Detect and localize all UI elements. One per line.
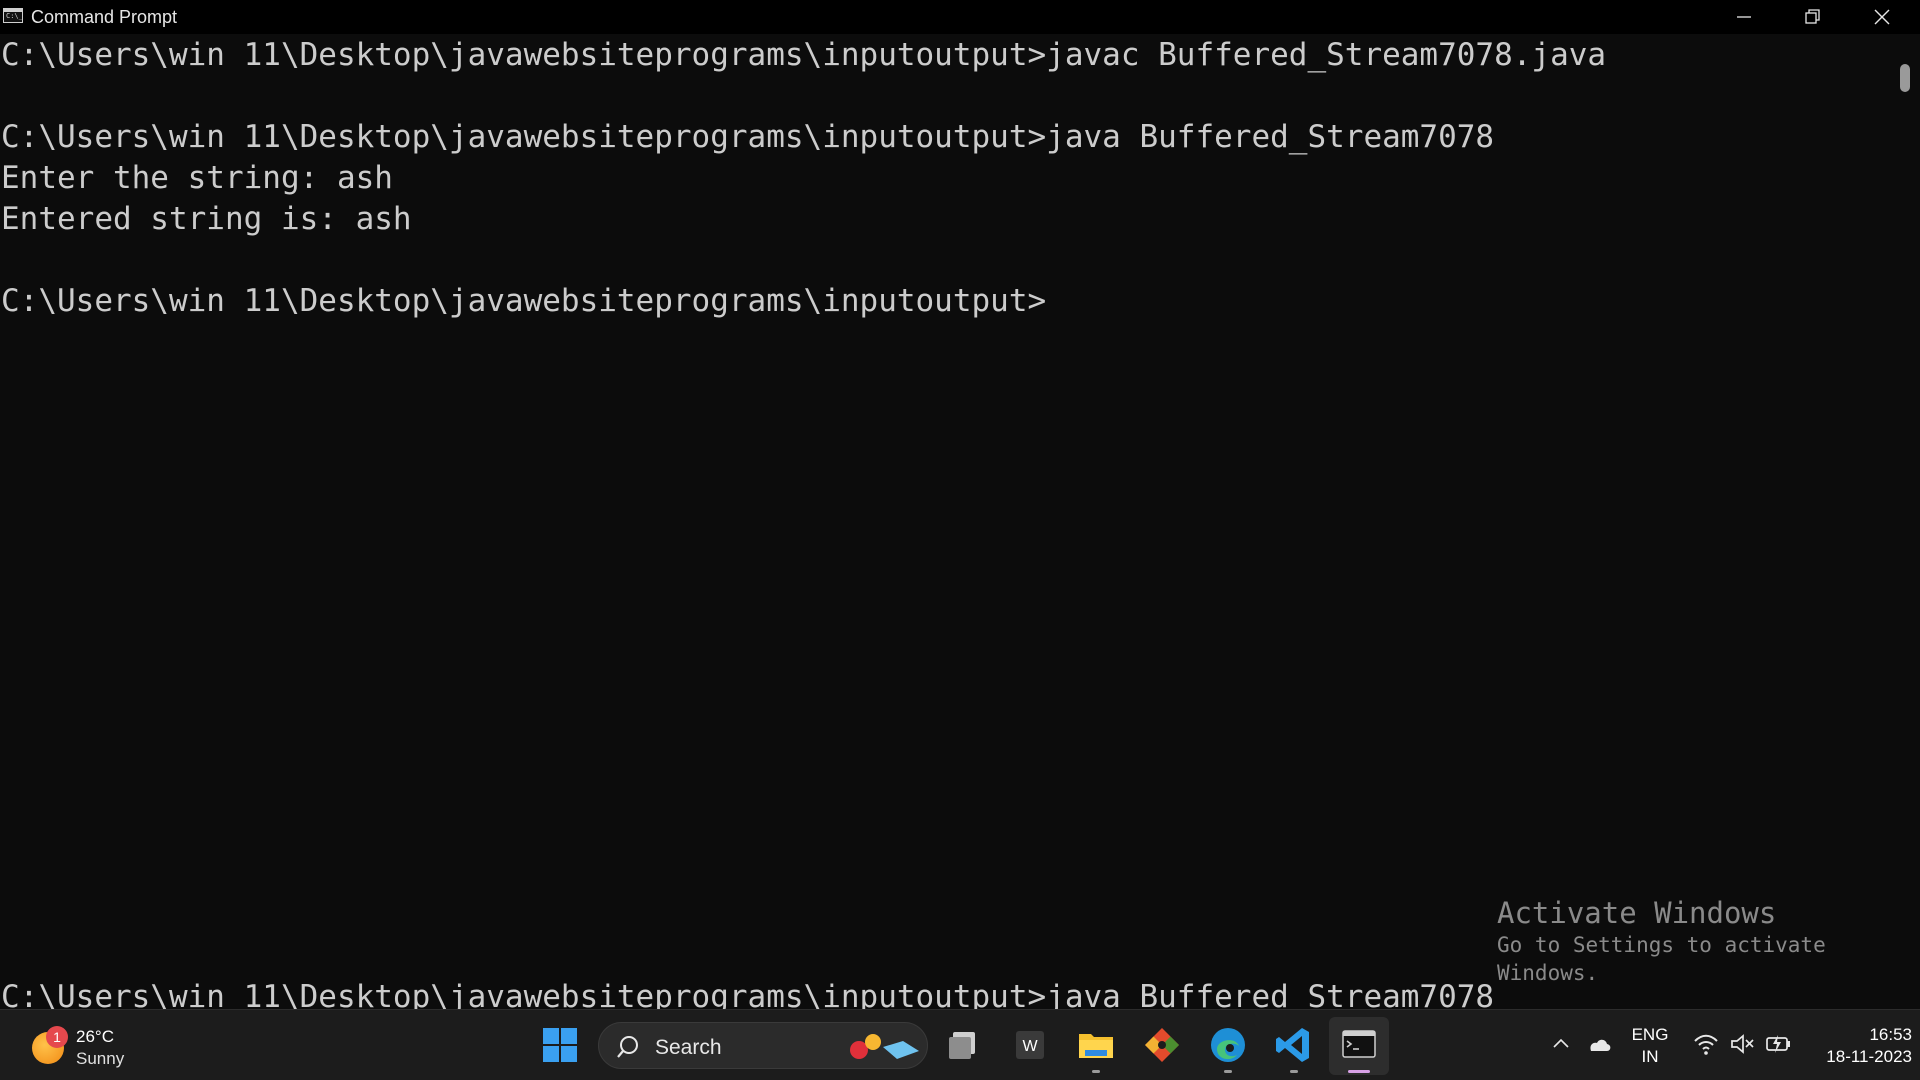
language-indicator[interactable]: ENG IN [1630,1024,1670,1068]
weather-condition: Sunny [76,1049,125,1068]
file-explorer-icon [1079,1034,1113,1058]
console-output[interactable]: C:\Users\win 11\Desktop\javawebsiteprogr… [0,34,1890,1009]
command-prompt-icon: C:\_ [3,8,23,23]
wifi-icon[interactable] [1692,1030,1720,1058]
running-indicator [1224,1070,1232,1073]
language-code: ENG [1631,1025,1669,1044]
clock-date: 18-11-2023 [1826,1047,1912,1066]
notification-badge: 1 [46,1026,68,1048]
terminal-icon [1342,1030,1376,1058]
taskbar-clock[interactable]: 16:53 18-11-2023 [1804,1024,1912,1068]
git-icon [1145,1028,1179,1062]
clock-time: 16:53 [1869,1025,1912,1044]
word-app-button[interactable]: W [1007,1022,1053,1068]
battery-charging-icon[interactable] [1764,1030,1794,1058]
search-label: Search [655,1036,722,1059]
git-app-button[interactable] [1139,1022,1185,1068]
scrollbar-thumb[interactable] [1900,64,1910,92]
console-line-partial: C:\Users\win 11\Desktop\javawebsiteprogr… [1,979,1495,1009]
console-line: Entered string is: ash [1,201,412,237]
weather-widget[interactable]: 1 26°C Sunny [30,1024,140,1070]
watermark-subtitle: Go to Settings to activate Windows. [1497,933,1826,985]
start-button[interactable] [537,1022,583,1068]
search-icon [617,1036,638,1058]
search-highlight-icon [850,1034,919,1059]
vscode-icon [1276,1028,1309,1062]
close-icon [1874,9,1890,25]
edge-icon [1211,1028,1245,1062]
vertical-scrollbar[interactable] [1890,34,1920,1009]
close-button[interactable] [1848,0,1916,34]
window-title: Command Prompt [31,7,178,27]
activation-watermark: Activate Windows Go to Settings to activ… [1497,895,1890,987]
minimize-icon [1737,16,1751,18]
task-view-icon [949,1032,975,1059]
taskbar-search[interactable]: Search [598,1022,928,1069]
language-region: IN [1641,1047,1659,1066]
title-bar[interactable]: C:\_ Command Prompt [0,0,1920,34]
active-indicator [1348,1070,1370,1073]
restore-button[interactable] [1778,0,1846,34]
edge-browser-button[interactable] [1205,1022,1251,1073]
word-icon: W [1016,1031,1044,1059]
running-indicator [1092,1070,1100,1073]
show-hidden-icons-chevron-up-icon[interactable] [1551,1034,1571,1054]
running-indicator [1290,1070,1298,1073]
restore-icon [1805,9,1820,24]
svg-text:W: W [1022,1038,1038,1055]
volume-muted-icon[interactable] [1728,1030,1756,1058]
watermark-title: Activate Windows [1497,896,1777,930]
command-prompt-taskbar-button[interactable] [1336,1022,1382,1073]
weather-temperature: 26°C [76,1027,114,1046]
task-view-button[interactable] [941,1022,987,1068]
console-line: C:\Users\win 11\Desktop\javawebsiteprogr… [1,119,1495,155]
console-line: C:\Users\win 11\Desktop\javawebsiteprogr… [1,37,1607,73]
file-explorer-button[interactable] [1073,1022,1119,1073]
minimize-button[interactable] [1710,0,1778,34]
taskbar: 1 26°C Sunny Search W ENG IN 16:53 18-11… [0,1009,1920,1080]
onedrive-cloud-icon[interactable] [1585,1033,1613,1055]
start-icon [543,1028,577,1062]
vscode-button[interactable] [1271,1022,1317,1073]
command-prompt-icon-text: C:\_ [6,12,23,20]
console-line: Enter the string: ash [1,160,393,196]
console-prompt: C:\Users\win 11\Desktop\javawebsiteprogr… [1,283,1047,319]
